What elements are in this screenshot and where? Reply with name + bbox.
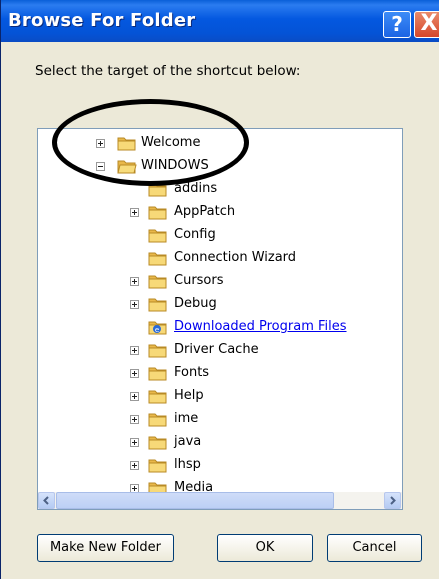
vertical-scrollbar[interactable]: [402, 129, 403, 492]
expand-icon[interactable]: [130, 392, 139, 401]
tree-item-label: Downloaded Program Files: [174, 319, 347, 334]
tree-item[interactable]: java: [38, 432, 398, 455]
tree-item-label: Connection Wizard: [174, 250, 297, 265]
tree-item[interactable]: ime: [38, 409, 398, 432]
folder-icon: [148, 365, 168, 381]
expand-icon[interactable]: [130, 300, 139, 309]
close-button[interactable]: X: [414, 11, 439, 38]
folder-icon: [148, 273, 168, 289]
tree-item[interactable]: addins: [38, 179, 398, 202]
folder-icon: [148, 342, 168, 358]
expand-icon[interactable]: [130, 438, 139, 447]
tree-item-label: java: [174, 434, 202, 449]
tree-item-label: Cursors: [174, 273, 224, 288]
folder-tree[interactable]: Welcome WINDOWS addins AppPatch Config Connec…: [37, 128, 403, 510]
title-bar[interactable]: Browse For Folder ? X: [1, 0, 439, 42]
folder-icon: [148, 457, 168, 473]
browse-for-folder-dialog: Browse For Folder ? X Select the target …: [0, 0, 439, 579]
scroll-left-button[interactable]: [38, 492, 55, 509]
expand-icon[interactable]: [130, 346, 139, 355]
tree-item[interactable]: AppPatch: [38, 202, 398, 225]
folder-icon: [148, 296, 168, 312]
folder-icon: [148, 434, 168, 450]
chevron-right-icon: [390, 496, 396, 505]
tree-item-label: lhsp: [174, 457, 201, 472]
chevron-left-icon: [43, 496, 49, 505]
tree-item-label: Fonts: [174, 365, 210, 380]
folder-icon: [148, 227, 168, 243]
expand-icon[interactable]: [130, 415, 139, 424]
tree-item[interactable]: Cursors: [38, 271, 398, 294]
annotation-oval: [52, 99, 249, 186]
tree-item[interactable]: Driver Cache: [38, 340, 398, 363]
scroll-up-button[interactable]: [402, 129, 403, 146]
scroll-down-button[interactable]: [402, 475, 403, 492]
tree-item[interactable]: Config: [38, 225, 398, 248]
svg-text:e: e: [155, 326, 159, 334]
folder-icon: [148, 411, 168, 427]
tree-item[interactable]: e Downloaded Program Files: [38, 317, 398, 340]
vertical-scroll-thumb[interactable]: [402, 147, 403, 171]
horizontal-scrollbar[interactable]: [38, 492, 402, 509]
dialog-title: Browse For Folder: [8, 10, 196, 31]
horizontal-scroll-thumb[interactable]: [56, 492, 334, 509]
tree-item[interactable]: Connection Wizard: [38, 248, 398, 271]
expand-icon[interactable]: [130, 461, 139, 470]
tree-item-label: Driver Cache: [174, 342, 259, 357]
cancel-button[interactable]: Cancel: [327, 534, 422, 562]
expand-icon[interactable]: [130, 277, 139, 286]
help-button[interactable]: ?: [383, 11, 411, 38]
tree-item[interactable]: lhsp: [38, 455, 398, 478]
tree-item-label: Config: [174, 227, 216, 242]
make-new-folder-button[interactable]: Make New Folder: [37, 534, 174, 562]
instruction-text: Select the target of the shortcut below:: [35, 63, 301, 79]
tree-item[interactable]: Fonts: [38, 363, 398, 386]
tree-item-label: AppPatch: [174, 204, 236, 219]
ok-button[interactable]: OK: [217, 534, 313, 562]
folder-icon: [148, 204, 168, 220]
folder-icon: [148, 388, 168, 404]
expand-icon[interactable]: [130, 208, 139, 217]
tree-item-label: ime: [174, 411, 199, 426]
scroll-right-button[interactable]: [384, 492, 401, 509]
ie-folder-icon: e: [148, 319, 168, 335]
tree-item[interactable]: Debug: [38, 294, 398, 317]
tree-item-label: Debug: [174, 296, 217, 311]
tree-item[interactable]: Help: [38, 386, 398, 409]
folder-icon: [148, 250, 168, 266]
expand-icon[interactable]: [130, 369, 139, 378]
tree-item-label: Help: [174, 388, 204, 403]
